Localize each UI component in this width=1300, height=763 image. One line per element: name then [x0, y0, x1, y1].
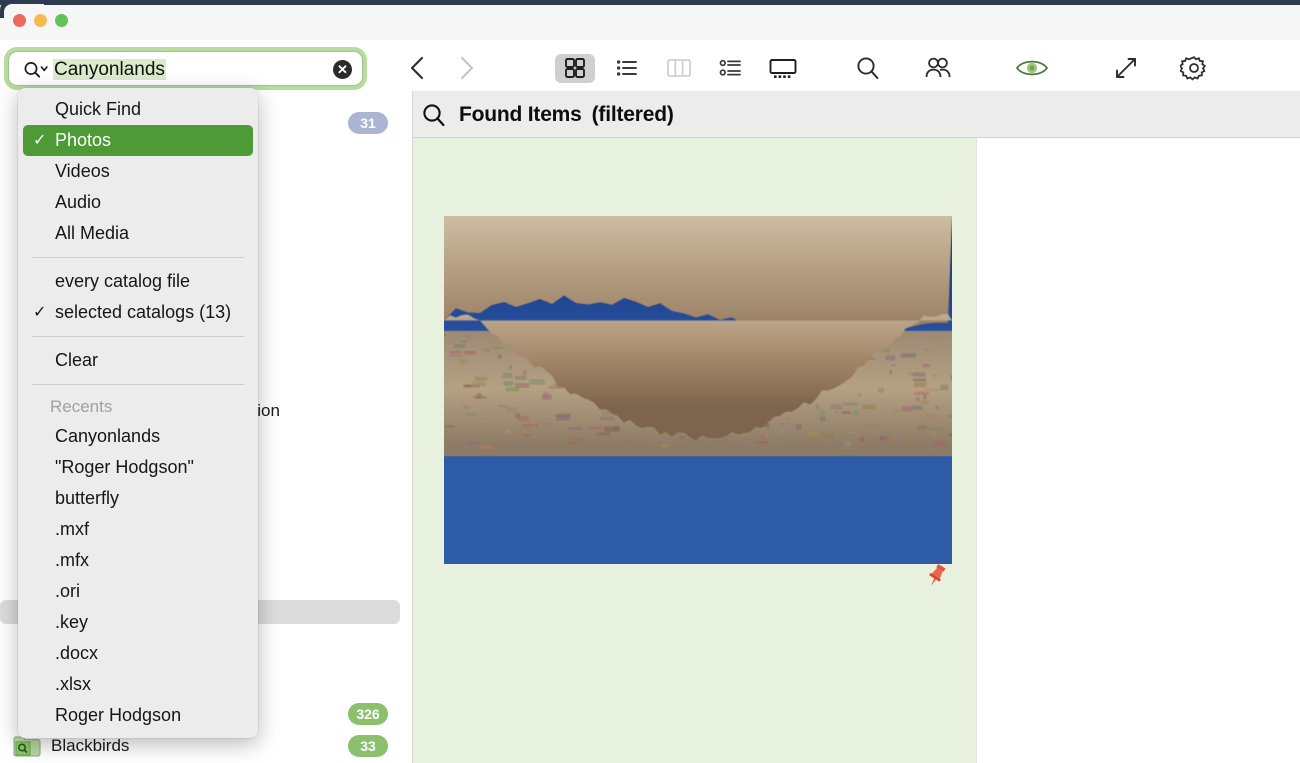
menu-item-all-media[interactable]: All Media	[23, 218, 253, 249]
minimize-button[interactable]	[34, 14, 47, 27]
menu-item-photos[interactable]: ✓ Photos	[23, 125, 253, 156]
toolbar	[390, 48, 1270, 90]
settings-button[interactable]	[1174, 48, 1214, 88]
view-mode-group	[555, 50, 803, 86]
page-title: Found Items	[459, 103, 582, 127]
column-view-button[interactable]	[659, 54, 699, 83]
close-button[interactable]	[13, 14, 26, 27]
menu-divider	[32, 336, 244, 337]
content-header: Found Items (filtered)	[413, 91, 1300, 138]
search-icon[interactable]	[23, 61, 49, 78]
menu-item-recent-5[interactable]: .ori	[23, 576, 253, 607]
people-button[interactable]	[918, 48, 958, 88]
menu-item-quick-find[interactable]: Quick Find	[23, 94, 253, 125]
results-grid: ★★★★★ NMD_1434.NEF f6.3, 18mm, 1/160s, I…	[413, 138, 1300, 763]
app-window: 31 ction e 326 Blackbirds 33	[0, 0, 1300, 763]
menu-item-recent-7[interactable]: .docx	[23, 638, 253, 669]
menu-item-label: .docx	[55, 643, 98, 664]
traffic-lights	[13, 14, 68, 27]
filmstrip-view-button[interactable]	[763, 54, 803, 83]
menu-item-recent-6[interactable]: .key	[23, 607, 253, 638]
menu-item-selected-catalogs[interactable]: ✓ selected catalogs (13)	[23, 297, 253, 328]
menu-item-label: Canyonlands	[55, 426, 160, 447]
menu-item-label: .mxf	[55, 519, 89, 540]
menu-section-recents: Recents	[18, 393, 258, 421]
grid-cell[interactable]: ★★★★☆ NMD_1467.NEF f5.6, 80mm, 1/125s, I…	[977, 138, 1300, 763]
menu-item-clear[interactable]: Clear	[23, 345, 253, 376]
list-view-button[interactable]	[607, 54, 647, 83]
preview-button[interactable]	[1012, 48, 1052, 88]
menu-item-audio[interactable]: Audio	[23, 187, 253, 218]
menu-item-recent-3[interactable]: .mxf	[23, 514, 253, 545]
menu-item-label: Clear	[55, 350, 98, 371]
menu-item-label: "Roger Hodgson"	[55, 457, 194, 478]
search-scope-menu[interactable]: Quick Find ✓ Photos Videos Audio All Med…	[18, 88, 258, 738]
menu-item-every-catalog-file[interactable]: every catalog file	[23, 266, 253, 297]
check-icon: ✓	[33, 133, 46, 149]
found-items-search-icon	[421, 102, 447, 128]
search-input[interactable]: Canyonlands	[53, 59, 166, 80]
menu-item-label: Quick Find	[55, 99, 141, 120]
clear-icon[interactable]: ✕	[333, 60, 352, 79]
thumbnail-image[interactable]	[1009, 210, 1300, 568]
smart-folder-icon	[13, 735, 41, 757]
menu-item-label: Photos	[55, 130, 111, 151]
check-icon: ✓	[33, 305, 46, 321]
sidebar-item-label: Blackbirds	[51, 736, 129, 756]
fullscreen-button[interactable]	[1106, 48, 1146, 88]
menu-item-label: All Media	[55, 223, 129, 244]
thumbnail-image[interactable]	[444, 216, 952, 564]
sidebar-badge-count: 31	[348, 112, 388, 134]
menu-item-videos[interactable]: Videos	[23, 156, 253, 187]
sidebar-badge-count-326: 326	[348, 703, 388, 725]
menu-item-label: .ori	[55, 581, 80, 602]
pushpin-icon	[921, 561, 951, 591]
menu-item-label: .xlsx	[55, 674, 91, 695]
menu-item-recent-0[interactable]: Canyonlands	[23, 421, 253, 452]
window-top-edge	[0, 0, 1300, 5]
menu-item-label: Audio	[55, 192, 101, 213]
sidebar-badge-count-33: 33	[348, 735, 388, 757]
menu-item-recent-1[interactable]: "Roger Hodgson"	[23, 452, 253, 483]
title-bar	[0, 0, 1300, 40]
menu-item-label: butterfly	[55, 488, 119, 509]
menu-item-label: selected catalogs (13)	[55, 302, 231, 323]
search-field[interactable]: Canyonlands ✕	[8, 51, 363, 86]
menu-item-label: every catalog file	[55, 271, 190, 292]
back-button[interactable]	[400, 48, 434, 88]
page-title-filter-suffix: (filtered)	[592, 103, 674, 127]
menu-divider	[32, 384, 244, 385]
forward-button[interactable]	[450, 48, 484, 88]
grid-cell-selected[interactable]: ★★★★★ NMD_1434.NEF f6.3, 18mm, 1/160s, I…	[413, 138, 976, 763]
grid-view-button[interactable]	[555, 54, 595, 83]
menu-item-recent-2[interactable]: butterfly	[23, 483, 253, 514]
menu-item-label: Roger Hodgson	[55, 705, 181, 726]
menu-item-label: .mfx	[55, 550, 89, 571]
menu-item-label: .key	[55, 612, 88, 633]
search-button[interactable]	[848, 48, 888, 88]
chevron-down-icon	[42, 67, 47, 70]
menu-item-recent-9[interactable]: Roger Hodgson	[23, 700, 253, 731]
detail-list-view-button[interactable]	[711, 54, 751, 83]
menu-item-recent-8[interactable]: .xlsx	[23, 669, 253, 700]
zoom-button[interactable]	[55, 14, 68, 27]
menu-divider	[32, 257, 244, 258]
menu-item-recent-4[interactable]: .mfx	[23, 545, 253, 576]
menu-item-label: Videos	[55, 161, 110, 182]
